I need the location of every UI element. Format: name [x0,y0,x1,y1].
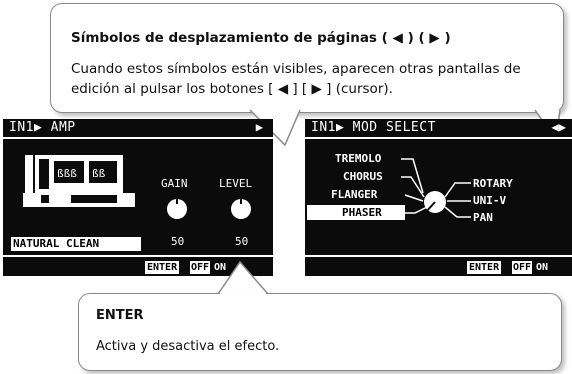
pointer-cover [220,293,266,297]
